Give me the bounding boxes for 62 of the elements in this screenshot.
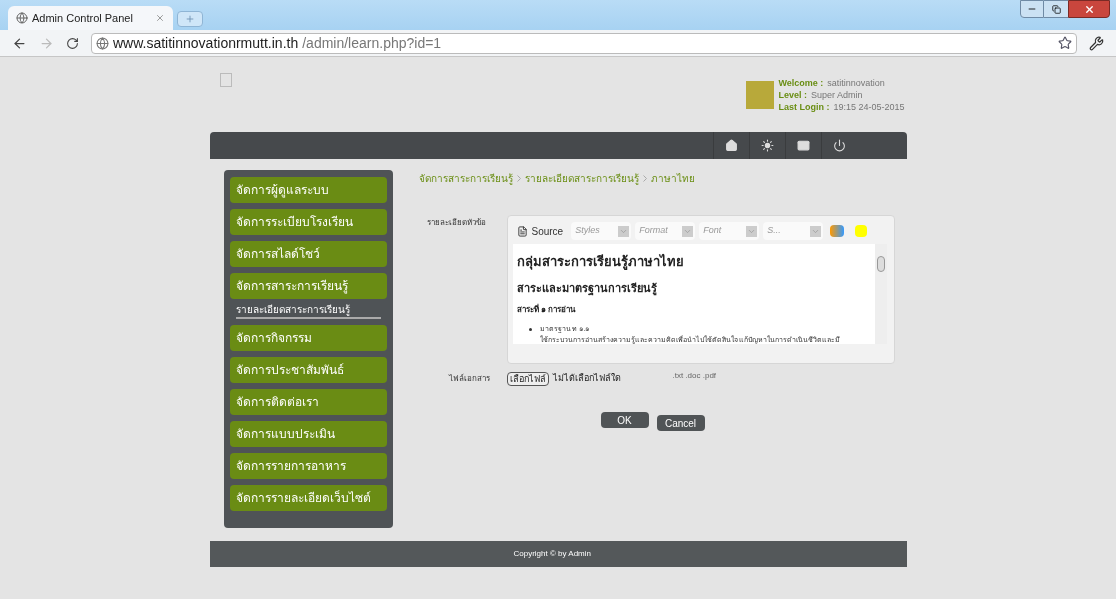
highlight-icon <box>855 225 868 237</box>
breadcrumb-link[interactable]: จัดการสาระการเรียนรู้ <box>418 170 513 186</box>
user-info-label: Last Login : <box>778 101 830 113</box>
address-bar[interactable]: www.satitinnovationrmutt.in.th /admin/learn.php?id=1 <box>91 32 1077 54</box>
settings-icon[interactable] <box>1089 35 1104 51</box>
chevron-icon <box>642 174 647 182</box>
browser-tab[interactable]: Admin Control Panel <box>8 6 173 30</box>
ok-button[interactable]: OK <box>600 412 649 428</box>
plus-icon <box>185 14 195 24</box>
sidebar-item[interactable]: จัดการรายละเอียดเว็บไซต์ <box>229 485 387 511</box>
user-info-value: 19:15 24-05-2015 <box>833 101 905 113</box>
editor-dropdown[interactable]: Format <box>635 222 696 240</box>
breadcrumb-link[interactable]: รายละเอียดสาระการเรียนรู้ <box>524 170 639 186</box>
reload-icon[interactable] <box>66 36 79 50</box>
url-path: /admin/learn.php?id=1 <box>302 33 442 53</box>
bullet-icon <box>528 328 532 331</box>
field-label: ไฟล์เอกสาร <box>447 373 491 385</box>
chevron-icon <box>516 174 521 182</box>
editor-heading: กลุ่มสาระการเรียนรู้ภาษาไทย <box>516 253 685 272</box>
cancel-button[interactable]: Cancel <box>656 415 705 431</box>
sidebar-item[interactable]: จัดการผู้ดูแลระบบ <box>229 177 387 203</box>
close-icon <box>1083 3 1095 15</box>
user-info-label: Welcome : <box>778 77 824 89</box>
user-info-label: Level : <box>778 89 807 101</box>
user-info-value: satitinnovation <box>827 77 885 89</box>
editor-dropdown[interactable]: Styles <box>571 222 632 240</box>
close-window-button[interactable] <box>1068 0 1110 18</box>
user-info-value: Super Admin <box>810 89 863 101</box>
restore-icon <box>1051 4 1061 14</box>
minimize-button[interactable] <box>1020 0 1044 18</box>
copyright-text: Copyright © by Admin <box>513 548 591 560</box>
field-label: รายละเอียดหัวข้อ <box>425 217 487 229</box>
globe-icon <box>96 36 109 50</box>
editor-subheading: สาระและมาตรฐานการเรียนรู้ <box>516 280 658 296</box>
submenu-item[interactable]: รายละเอียดสาระการเรียนรู้ <box>235 301 381 319</box>
editor-dropdown[interactable]: Font <box>699 222 760 240</box>
sidebar-item[interactable]: จัดการกิจกรรม <box>229 325 387 351</box>
globe-icon <box>16 12 28 24</box>
sidebar-item[interactable]: จัดการสาระการเรียนรู้ <box>229 273 387 299</box>
avatar-photo-placeholder <box>746 81 775 109</box>
breadcrumb-link[interactable]: ภาษาไทย <box>650 170 695 186</box>
back-icon[interactable] <box>12 35 27 51</box>
sidebar-item[interactable]: จัดการระเบียบโรงเรียน <box>229 209 387 235</box>
tab-title: Admin Control Panel <box>32 10 134 26</box>
restore-button[interactable] <box>1044 0 1068 18</box>
logo-placeholder <box>219 73 232 87</box>
sidebar-item[interactable]: จัดการติดต่อเรา <box>229 389 387 415</box>
sidebar-item[interactable]: จัดการรายการอาหาร <box>229 453 387 479</box>
editor-dropdown[interactable]: S... <box>763 222 824 240</box>
sidebar-item[interactable]: จัดการแบบประเมิน <box>229 421 387 447</box>
editor-paragraph: สาระที่ ๑ การอ่าน <box>516 304 577 316</box>
close-tab-icon[interactable] <box>155 13 165 23</box>
choose-file-button[interactable]: เลือกไฟล์ <box>506 372 549 386</box>
file-types-hint: .txt .doc .pdf <box>672 370 717 382</box>
url-host: www.satitinnovationrmutt.in.th <box>113 33 299 53</box>
bookmark-star-icon[interactable] <box>1058 36 1072 50</box>
sidebar-item[interactable]: จัดการสไลด์โชว์ <box>229 241 387 267</box>
sidebar-item[interactable]: จัดการประชาสัมพันธ์ <box>229 357 387 383</box>
rich-text-editor[interactable] <box>506 215 895 364</box>
source-button[interactable]: Source <box>512 222 568 240</box>
document-icon <box>516 225 528 237</box>
file-status: ไม่ได้เลือกไฟล์ใด <box>552 372 621 386</box>
